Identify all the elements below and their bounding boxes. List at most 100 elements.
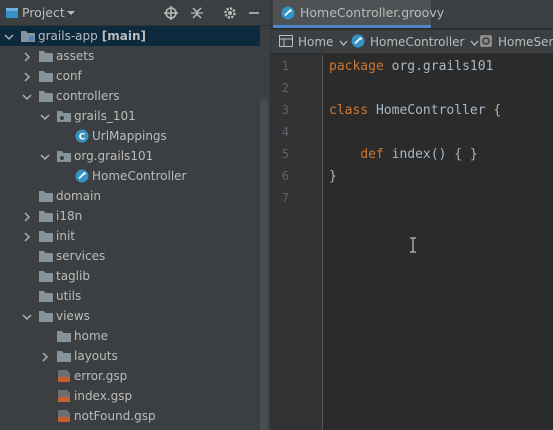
tree-item-label: i18n <box>56 209 83 223</box>
groovy-file-icon <box>281 6 295 23</box>
tree-item-error-gsp[interactable]: error.gsp <box>0 366 260 386</box>
tree-item-org-grails101[interactable]: org.grails101 <box>0 146 260 166</box>
chevron-down-icon[interactable] <box>4 31 14 41</box>
code-text: org.grails101 <box>383 59 494 74</box>
code-text: HomeController { <box>368 103 502 118</box>
chevron-down-icon[interactable] <box>22 91 32 101</box>
project-view-selector[interactable]: Project <box>22 5 65 20</box>
tree-item-label: services <box>56 249 106 263</box>
tree-item-label: domain <box>56 189 101 203</box>
code-line: package org.grails101 <box>329 59 493 74</box>
locate-icon[interactable] <box>162 4 180 22</box>
text-cursor-icon <box>409 237 417 257</box>
tree-item-layouts[interactable]: layouts <box>0 346 260 366</box>
navigation-bar: Home HomeController HomeServic <box>271 29 553 54</box>
minimize-icon[interactable] <box>245 4 263 22</box>
folder-icon <box>38 69 54 83</box>
tree-item-label: error.gsp <box>74 369 128 383</box>
breadcrumb-home[interactable]: Home <box>279 33 348 51</box>
tree-item-homecontroller[interactable]: HomeController <box>0 166 260 186</box>
breadcrumb-homecontroller[interactable]: HomeController <box>351 33 479 51</box>
line-number: 4 <box>281 125 289 139</box>
folder-icon <box>38 269 54 283</box>
tree-scrollbar[interactable] <box>260 100 268 430</box>
editor-area: HomeController.groovy Home HomeControlle… <box>270 0 553 430</box>
breadcrumb-homeservice[interactable]: HomeServic <box>479 33 553 51</box>
folder-icon <box>38 249 54 263</box>
tree-item-views[interactable]: views <box>0 306 260 326</box>
gear-icon[interactable] <box>221 4 239 22</box>
tree-item-label: assets <box>56 49 95 63</box>
project-panel-header: Project <box>0 0 270 26</box>
tab-homecontroller-groovy[interactable]: HomeController.groovy <box>273 0 444 28</box>
tree-item-services[interactable]: services <box>0 246 260 266</box>
tree-item-home[interactable]: home <box>0 326 260 346</box>
folder-icon <box>38 209 54 223</box>
tree-item-init[interactable]: init <box>0 226 260 246</box>
tree-item-label: utils <box>56 289 82 303</box>
line-number-gutter: 1 2 3 4 5 6 7 <box>271 55 323 430</box>
tree-item-index-gsp[interactable]: index.gsp <box>0 386 260 406</box>
groovy-file-icon <box>74 169 90 183</box>
class-icon: C <box>74 129 90 143</box>
folder-icon <box>38 89 54 103</box>
tree-item-label: HomeController <box>92 169 187 183</box>
chevron-down-icon <box>339 35 348 49</box>
tree-item-label: init <box>56 229 75 243</box>
tree-item-controllers[interactable]: controllers <box>0 86 260 106</box>
collapse-all-icon[interactable] <box>188 4 206 22</box>
chevron-right-icon[interactable] <box>22 231 32 242</box>
tree-item-grails-app[interactable]: grails-app [main] <box>0 26 260 46</box>
tree-item-notfound-gsp[interactable]: notFound.gsp <box>0 406 260 426</box>
chevron-down-icon[interactable] <box>66 7 76 21</box>
chevron-down-icon[interactable] <box>40 151 50 161</box>
tree-item-taglib[interactable]: taglib <box>0 266 260 286</box>
line-number: 5 <box>281 147 289 161</box>
breadcrumb-label: HomeController <box>370 35 465 49</box>
code-text: } <box>329 169 337 184</box>
tree-item-urlmappings[interactable]: C UrlMappings <box>0 126 260 146</box>
package-icon <box>56 109 72 123</box>
tree-item-i18n[interactable]: i18n <box>0 206 260 226</box>
tree-item-conf[interactable]: conf <box>0 66 260 86</box>
tree-item-label: conf <box>56 69 82 83</box>
structure-icon <box>279 34 293 50</box>
line-number: 3 <box>281 103 289 117</box>
chevron-down-icon[interactable] <box>22 311 32 321</box>
chevron-right-icon[interactable] <box>22 71 32 82</box>
chevron-right-icon[interactable] <box>40 351 50 362</box>
code-line: def index() { } <box>329 147 477 162</box>
chevron-right-icon[interactable] <box>22 51 32 62</box>
line-number: 1 <box>281 59 289 73</box>
line-number: 2 <box>281 81 289 95</box>
tree-item-label: grails-app [main] <box>38 29 146 43</box>
line-number: 7 <box>281 191 289 205</box>
gsp-file-icon <box>56 409 72 423</box>
code-keyword: class <box>329 103 369 118</box>
code-editor[interactable]: package org.grails101 class HomeControlle… <box>329 55 553 430</box>
tree-item-label: org.grails101 <box>74 149 154 163</box>
folder-icon <box>38 189 54 203</box>
tree-item-label: UrlMappings <box>92 129 167 143</box>
project-view-icon <box>5 6 19 23</box>
tree-item-domain[interactable]: domain <box>0 186 260 206</box>
folder-icon <box>38 229 54 243</box>
tree-item-assets[interactable]: assets <box>0 46 260 66</box>
code-line: } <box>329 169 337 184</box>
chevron-down-icon[interactable] <box>40 111 50 121</box>
gear-icon <box>479 34 493 51</box>
breadcrumb-label: HomeServic <box>498 35 553 49</box>
chevron-right-icon[interactable] <box>22 211 32 222</box>
tree-item-utils[interactable]: utils <box>0 286 260 306</box>
tree-item-label: grails_101 <box>74 109 136 123</box>
gsp-file-icon <box>56 369 72 383</box>
tree-item-label: index.gsp <box>74 389 133 403</box>
tree-item-label: views <box>56 309 90 323</box>
line-number: 6 <box>281 169 289 183</box>
tree-item-label: notFound.gsp <box>74 409 156 423</box>
tree-item-grails-101[interactable]: grails_101 <box>0 106 260 126</box>
source-set-badge: [main] <box>101 29 146 43</box>
code-keyword: package <box>329 59 384 74</box>
tree-item-label: home <box>74 329 109 343</box>
